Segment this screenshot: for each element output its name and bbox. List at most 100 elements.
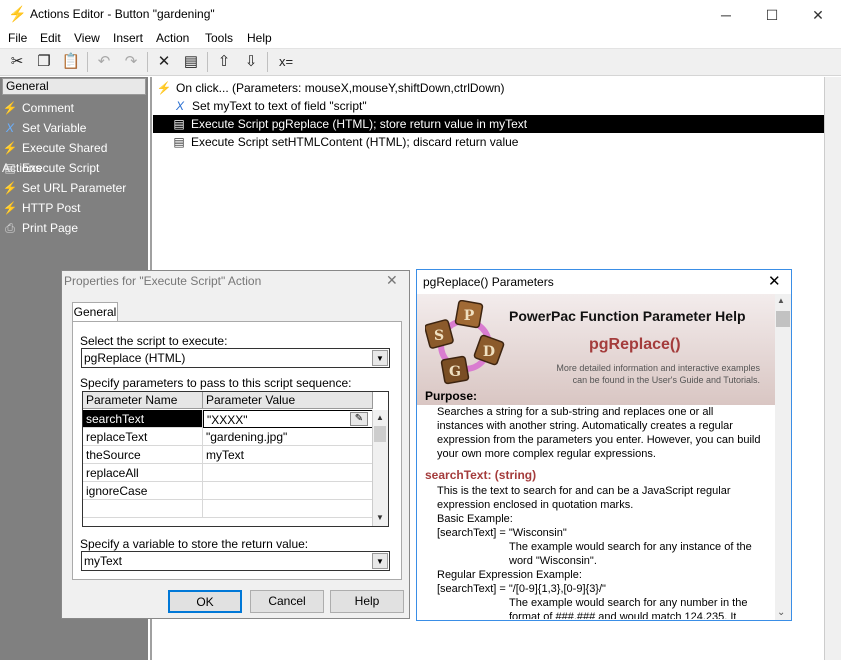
table-row[interactable]: searchText (83, 410, 203, 428)
column-header-name[interactable]: Parameter Name (83, 392, 203, 409)
maximize-button[interactable]: ☐ (749, 0, 795, 30)
table-row[interactable]: replaceText (83, 428, 203, 446)
param-value[interactable] (203, 500, 373, 518)
paste-icon[interactable]: 📋 (60, 51, 82, 73)
edit-icon[interactable]: ✎ (350, 412, 368, 426)
scroll-up-icon[interactable]: ▲ (373, 411, 387, 425)
scroll-up-icon[interactable]: ▲ (777, 296, 785, 305)
chevron-down-icon[interactable]: ▼ (372, 350, 388, 366)
help-dialog-title: pgReplace() Parameters (423, 275, 554, 289)
palette-item-set-variable[interactable]: X Set Variable (2, 118, 146, 138)
param-value[interactable] (203, 464, 373, 482)
help-text: This is the text to search for and can b… (437, 485, 731, 497)
script-icon: ▤ (173, 117, 185, 131)
help-text: Searches a string for a sub-string and r… (437, 406, 714, 418)
lightning-icon: ⚡ (8, 6, 27, 23)
toolbar-separator (267, 52, 268, 72)
script-select[interactable]: pgReplace (HTML) ▼ (81, 348, 390, 368)
table-row[interactable]: theSource (83, 446, 203, 464)
help-heading: PowerPac Function Parameter Help (509, 308, 746, 324)
menu-action[interactable]: Action (156, 31, 189, 45)
help-text: [searchText] = "/[0-9]{1,3},[0-9]{3}/" (437, 583, 606, 595)
scroll-down-icon[interactable]: ▼ (373, 511, 387, 525)
lightning-icon: ⚡ (156, 81, 172, 95)
params-label: Specify parameters to pass to this scrip… (80, 376, 352, 390)
cut-icon[interactable]: ✂ (6, 51, 28, 73)
palette-item-print-page[interactable]: ⎙ Print Page (2, 218, 146, 238)
chevron-down-icon[interactable]: ⌄ (777, 607, 785, 618)
move-up-icon[interactable]: ⇧ (213, 51, 235, 73)
chevron-down-icon[interactable]: ▼ (372, 553, 388, 569)
svg-text:S: S (434, 328, 444, 344)
help-text: Basic Example: (437, 513, 513, 525)
table-row[interactable] (83, 500, 203, 518)
toolbar-separator (87, 52, 88, 72)
action-row[interactable]: X Set myText to text of field "script" (172, 97, 367, 115)
help-button[interactable]: Help (330, 590, 404, 613)
param-value[interactable]: myText (203, 446, 373, 464)
menu-view[interactable]: View (74, 31, 100, 45)
close-icon[interactable]: ✕ (386, 272, 398, 289)
help-text: your own more complex regular expression… (437, 448, 656, 460)
column-header-value[interactable]: Parameter Value (203, 392, 373, 409)
move-down-icon[interactable]: ⇩ (240, 51, 262, 73)
menu-edit[interactable]: Edit (40, 31, 61, 45)
variable-x-icon: X (175, 99, 184, 113)
palette-item-comment[interactable]: ⚡ Comment (2, 98, 146, 118)
script-label: Select the script to execute: (80, 334, 228, 348)
list-scrollbar[interactable] (824, 77, 841, 660)
return-var-select[interactable]: myText ▼ (81, 551, 390, 571)
palette-item-http-post[interactable]: ⚡ HTTP Post (2, 198, 146, 218)
close-button[interactable]: ✕ (795, 0, 841, 30)
help-text: Regular Expression Example: (437, 569, 582, 581)
menu-file[interactable]: File (8, 31, 27, 45)
delete-icon[interactable]: ✕ (153, 51, 175, 73)
toolbar-separator (147, 52, 148, 72)
menu-insert[interactable]: Insert (113, 31, 143, 45)
function-name: pgReplace() (589, 336, 681, 353)
scroll-thumb[interactable] (374, 426, 386, 442)
action-row[interactable]: ⚡ On click... (Parameters: mouseX,mouseY,… (156, 79, 505, 97)
menu-tools[interactable]: Tools (205, 31, 233, 45)
svg-text:G: G (449, 364, 461, 380)
palette-item-execute-script[interactable]: ▤ Execute Script (2, 158, 146, 178)
printer-icon: ⎙ (5, 221, 15, 235)
table-row[interactable]: ignoreCase (83, 482, 203, 500)
help-text: [searchText] = "Wisconsin" (437, 527, 567, 539)
param-value[interactable] (203, 482, 373, 500)
redo-icon[interactable]: ↷ (120, 51, 142, 73)
action-row[interactable]: ▤ Execute Script setHTMLContent (HTML); d… (171, 133, 518, 151)
menu-help[interactable]: Help (247, 31, 272, 45)
help-text: format of ###,### and would match 124,23… (509, 611, 737, 619)
table-row[interactable]: replaceAll (83, 464, 203, 482)
help-text: instances with another string. Automatic… (437, 420, 733, 432)
properties-icon[interactable]: ▤ (180, 51, 202, 73)
close-icon[interactable]: ✕ (768, 272, 781, 290)
tab-general[interactable]: General (72, 302, 118, 322)
help-note: More detailed information and interactiv… (556, 363, 760, 385)
minimize-button[interactable]: ─ (703, 0, 749, 30)
purpose-heading: Purpose: (425, 389, 478, 403)
dialog-title: Properties for "Execute Script" Action (64, 274, 262, 288)
param-value[interactable]: "gardening.jpg" (203, 428, 373, 446)
cancel-button[interactable]: Cancel (250, 590, 324, 613)
ok-button[interactable]: OK (168, 590, 242, 613)
param-heading: searchText: (string) (425, 468, 537, 482)
palette-item-set-url[interactable]: ⚡ Set URL Parameter (2, 178, 146, 198)
param-value-input[interactable]: "XXXX" (203, 410, 373, 428)
toolbar-separator (207, 52, 208, 72)
action-row-selected[interactable]: ▤ Execute Script pgReplace (HTML); store … (153, 115, 824, 133)
help-text: The example would search for any number … (509, 597, 748, 609)
lightning-icon: ⚡ (2, 181, 18, 195)
undo-icon[interactable]: ↶ (93, 51, 115, 73)
help-text: expression from the parameters you enter… (437, 434, 761, 446)
palette-header[interactable]: General (2, 78, 146, 95)
copy-icon[interactable]: ❐ (33, 51, 55, 73)
help-text: The example would search for any instanc… (509, 541, 752, 553)
palette-item-execute-shared[interactable]: ⚡ Execute Shared Actions (2, 138, 146, 175)
svg-text:D: D (483, 344, 495, 360)
script-icon: ▤ (4, 161, 16, 175)
variable-icon[interactable]: x= (273, 51, 299, 73)
help-scrollbar[interactable] (775, 294, 791, 620)
scroll-thumb[interactable] (776, 311, 790, 327)
